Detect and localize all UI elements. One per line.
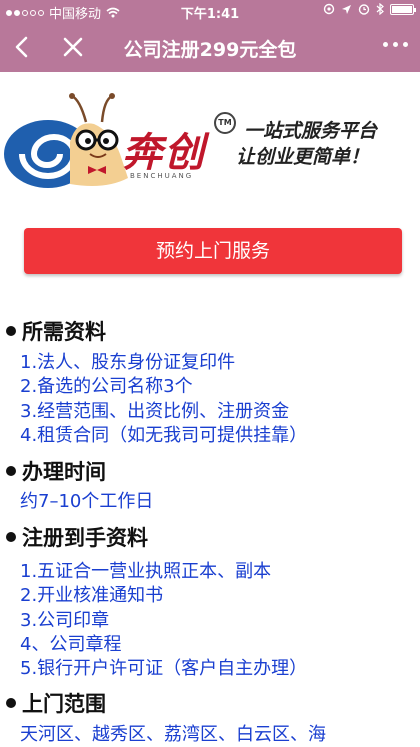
section-title: 上门范围: [22, 692, 106, 716]
brand-name: 奔创: [122, 129, 206, 176]
top-bar: 中国移动 下午1:41 公司注册299元全包: [0, 0, 420, 72]
list-item: 1.五证合一营业执照正本、副本: [20, 561, 272, 582]
book-service-button[interactable]: 预约上门服务: [24, 228, 402, 274]
brand-pinyin: BENCHUANG: [130, 172, 194, 180]
alarm-icon: [358, 4, 370, 15]
section-title: 办理时间: [22, 460, 106, 484]
section-delivered-docs: 注册到手资料: [6, 522, 148, 552]
list-item: 2.开业核准通知书: [20, 585, 164, 606]
slogan-line-1: 一站式服务平台: [244, 120, 378, 142]
battery-icon: [390, 3, 416, 15]
trademark-mark: TM: [214, 112, 236, 134]
bullet-icon: [6, 466, 16, 476]
bullet-icon: [6, 326, 16, 336]
list-item: 天河区、越秀区、荔湾区、白云区、海: [20, 724, 326, 745]
list-item: 4、公司章程: [20, 634, 122, 655]
section-title: 注册到手资料: [22, 526, 148, 550]
section-title: 所需资料: [22, 320, 106, 344]
status-bar: 中国移动 下午1:41: [0, 0, 420, 22]
nav-bar: 公司注册299元全包: [0, 22, 420, 72]
list-item: 3.经营范围、出资比例、注册资金: [20, 401, 290, 422]
section-required-docs: 所需资料: [6, 316, 106, 346]
list-item: 3.公司印章: [20, 610, 110, 631]
snail-mascot-logo: [4, 93, 128, 188]
location-arrow-icon: [342, 4, 351, 14]
bullet-icon: [6, 532, 16, 542]
list-item: 2.备选的公司名称3个: [20, 376, 193, 397]
slogan-line-2: 让创业更简单！: [236, 146, 370, 168]
section-processing-time: 办理时间: [6, 456, 106, 486]
bullet-icon: [6, 698, 16, 708]
more-options-icon[interactable]: [383, 42, 408, 47]
page-title: 公司注册299元全包: [123, 39, 297, 61]
bluetooth-icon: [376, 3, 384, 15]
brand-banner: 奔创 TM BENCHUANG 一站式服务平台 让创业更简单！: [0, 92, 420, 192]
list-item: 4.租赁合同（如无我司可提供挂靠）: [20, 425, 308, 446]
list-item: 5.银行开户许可证（客户自主办理）: [20, 658, 308, 679]
section-service-area: 上门范围: [6, 688, 106, 718]
list-item: 1.法人、股东身份证复印件: [20, 352, 236, 373]
list-item: 约7–10个工作日: [20, 491, 154, 512]
location-lock-icon: [323, 3, 335, 15]
